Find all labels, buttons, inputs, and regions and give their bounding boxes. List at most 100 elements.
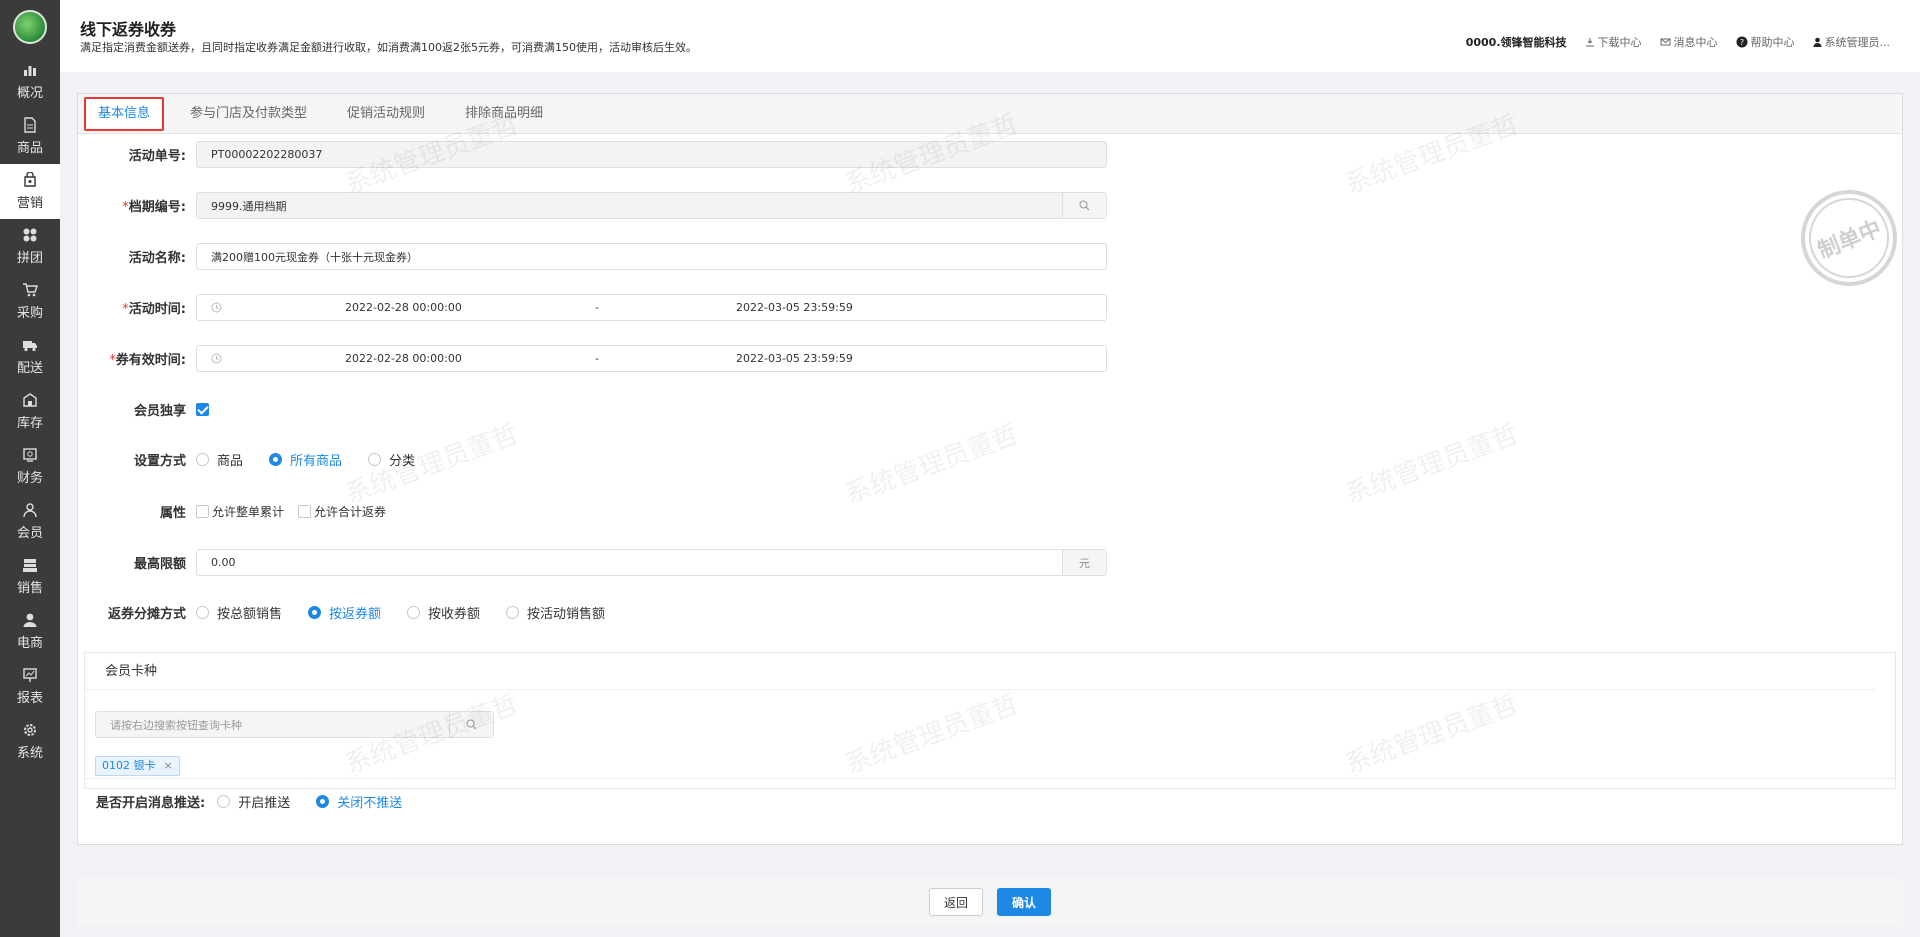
push-option-label: 开启推送 <box>238 796 291 811</box>
sidebar-item-marketing[interactable]: 营销 <box>0 164 60 219</box>
member-only-row: 会员独享 <box>78 396 209 423</box>
period-no-label: *档期编号: <box>78 196 196 215</box>
message-center-label: 消息中心 <box>1673 36 1718 49</box>
confirm-button[interactable]: 确认 <box>997 888 1052 916</box>
help-center-link[interactable]: ? 帮助中心 <box>1736 34 1795 50</box>
period-search-button[interactable] <box>1062 193 1106 218</box>
download-center-link[interactable]: 下载中心 <box>1585 34 1642 50</box>
cart-icon <box>23 283 38 297</box>
coupon-time-range[interactable]: 2022-02-28 00:00:00 - 2022-03-05 23:59:5… <box>196 345 1107 372</box>
sidebar-item-sales[interactable]: 销售 <box>0 549 60 604</box>
watermark: 系统管理员董哲 <box>841 419 1023 511</box>
radio[interactable] <box>368 453 382 466</box>
split-option-label: 按总额销售 <box>217 607 283 622</box>
sidebar-item-label: 商品 <box>16 141 43 156</box>
help-center-label: 帮助中心 <box>1750 36 1795 49</box>
split-option-total-sales[interactable]: 按总额销售 <box>196 603 282 622</box>
sidebar: 概况 商品 营销 拼团 采购 配送 库存 财务 会员 销售 电商 报表 系统 <box>0 0 60 937</box>
tab-basic-info[interactable]: 基本信息 <box>84 96 165 131</box>
close-icon[interactable]: × <box>164 759 173 772</box>
warehouse-icon <box>23 393 37 407</box>
radio[interactable] <box>269 453 283 466</box>
sidebar-item-label: 概况 <box>16 86 43 101</box>
activity-name-field[interactable]: 满200赠100元现金券（十张十元现金券） <box>196 243 1107 270</box>
tab-promotion-rules[interactable]: 促销活动规则 <box>333 97 439 131</box>
coupon-time-row: *券有效时间: 2022-02-28 00:00:00 - 2022-03-05… <box>78 345 1107 372</box>
radio[interactable] <box>217 795 231 808</box>
sidebar-item-finance[interactable]: 财务 <box>0 439 60 494</box>
card-tag-label: 0102 银卡 <box>102 759 156 772</box>
sidebar-item-label: 拼团 <box>16 251 43 266</box>
company-name[interactable]: 0000.领锋智能科技 <box>1466 34 1567 50</box>
radio[interactable] <box>506 606 520 619</box>
sidebar-item-report[interactable]: 报表 <box>0 659 60 714</box>
push-option-off[interactable]: 关闭不推送 <box>316 792 402 811</box>
activity-end-time[interactable]: 2022-03-05 23:59:59 <box>736 301 853 314</box>
sidebar-item-label: 销售 <box>16 581 43 596</box>
setup-option-category[interactable]: 分类 <box>368 450 415 469</box>
message-center-link[interactable]: 消息中心 <box>1660 34 1718 50</box>
tab-bar: 基本信息 参与门店及付款类型 促销活动规则 排除商品明细 <box>78 94 1902 134</box>
checkbox[interactable] <box>298 505 312 518</box>
card-search-input[interactable]: 请按右边搜索按钮查询卡种 <box>95 711 494 738</box>
coupon-start-time[interactable]: 2022-02-28 00:00:00 <box>345 352 462 365</box>
coupon-time-label-text: 券有效时间: <box>115 353 186 368</box>
sidebar-item-group-buy[interactable]: 拼团 <box>0 219 60 274</box>
attribute-label: 属性 <box>159 506 186 521</box>
radio[interactable] <box>308 606 322 619</box>
max-limit-value: 0.00 <box>211 556 236 569</box>
period-no-row: *档期编号: 9999.通用档期 <box>78 192 1107 219</box>
user-menu[interactable]: 系统管理员... <box>1813 34 1890 50</box>
sidebar-item-label: 会员 <box>16 526 43 541</box>
tab-excluded-goods[interactable]: 排除商品明细 <box>451 97 557 131</box>
card-search-button[interactable] <box>449 712 493 737</box>
sidebar-item-purchase[interactable]: 采购 <box>0 274 60 329</box>
radio[interactable] <box>316 795 330 808</box>
checkbox[interactable] <box>196 505 209 518</box>
push-label: 是否开启消息推送: <box>96 796 206 811</box>
sidebar-item-delivery[interactable]: 配送 <box>0 329 60 384</box>
attr-option-whole-order[interactable]: 允许整单累计 <box>196 503 284 520</box>
radio[interactable] <box>196 453 209 466</box>
push-option-on[interactable]: 开启推送 <box>217 792 290 811</box>
tab-stores-payment[interactable]: 参与门店及付款类型 <box>176 97 321 131</box>
footer-actions: 返回 确认 <box>77 878 1903 926</box>
member-icon <box>23 503 37 518</box>
activity-time-label: *活动时间: <box>78 298 196 317</box>
activity-time-row: *活动时间: 2022-02-28 00:00:00 - 2022-03-05 … <box>78 294 1107 321</box>
sidebar-item-member[interactable]: 会员 <box>0 494 60 549</box>
search-icon <box>466 719 477 730</box>
card-tag-silver: 0102 银卡 × <box>95 756 180 776</box>
download-center-label: 下载中心 <box>1597 36 1642 49</box>
clock-icon <box>211 302 222 313</box>
setup-option-all-goods[interactable]: 所有商品 <box>269 450 342 469</box>
main-panel: 基本信息 参与门店及付款类型 促销活动规则 排除商品明细 制单中 活动单号: P… <box>77 93 1912 845</box>
back-button[interactable]: 返回 <box>928 888 983 916</box>
attr-option-total-return[interactable]: 允许合计返券 <box>298 503 386 520</box>
sidebar-item-overview[interactable]: 概况 <box>0 54 60 109</box>
split-option-return-amount[interactable]: 按返券额 <box>308 603 381 622</box>
sidebar-item-goods[interactable]: 商品 <box>0 109 60 164</box>
activity-time-range[interactable]: 2022-02-28 00:00:00 - 2022-03-05 23:59:5… <box>196 294 1107 321</box>
max-limit-field[interactable]: 0.00 元 <box>196 549 1107 576</box>
sidebar-item-ecommerce[interactable]: 电商 <box>0 604 60 659</box>
attribute-row: 属性 允许整单累计 允许合计返券 <box>78 498 400 525</box>
split-option-collect-amount[interactable]: 按收券额 <box>407 603 480 622</box>
member-only-checkbox[interactable] <box>196 403 209 416</box>
attr-option-label: 允许整单累计 <box>212 505 285 519</box>
period-no-field[interactable]: 9999.通用档期 <box>196 192 1107 219</box>
radio[interactable] <box>407 606 421 619</box>
coupon-time-label: *券有效时间: <box>78 349 196 368</box>
setup-option-goods[interactable]: 商品 <box>196 450 243 469</box>
sidebar-item-system[interactable]: 系统 <box>0 714 60 769</box>
search-icon <box>1079 200 1090 211</box>
coupon-end-time[interactable]: 2022-03-05 23:59:59 <box>736 352 853 365</box>
radio[interactable] <box>196 606 209 619</box>
activity-time-label-text: 活动时间: <box>128 302 186 317</box>
split-option-activity-sales[interactable]: 按活动销售额 <box>506 603 605 622</box>
activity-start-time[interactable]: 2022-02-28 00:00:00 <box>345 301 462 314</box>
member-card-title: 会员卡种 <box>85 653 1875 690</box>
app-logo[interactable] <box>13 10 47 44</box>
range-separator: - <box>595 352 599 365</box>
sidebar-item-inventory[interactable]: 库存 <box>0 384 60 439</box>
